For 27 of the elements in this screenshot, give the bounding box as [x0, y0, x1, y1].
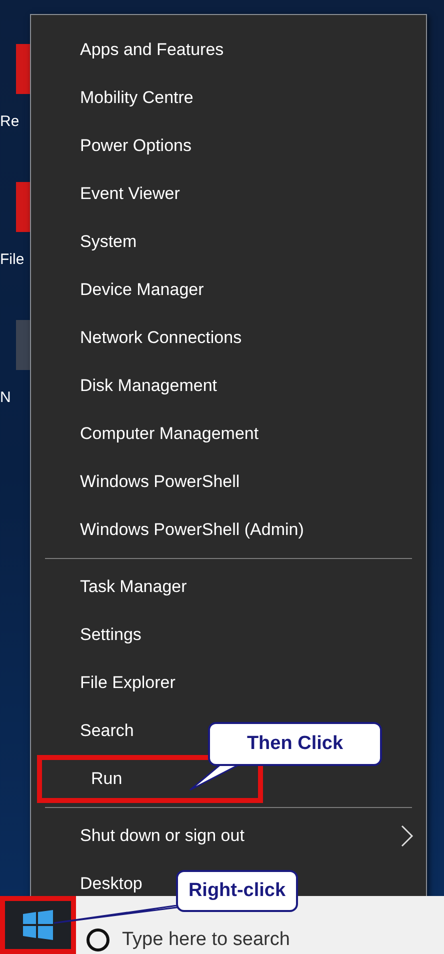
menu-item[interactable]: Network Connections [31, 314, 258, 362]
menu-item[interactable]: System [31, 218, 153, 266]
desktop-icon-label: N [0, 388, 11, 408]
menu-item[interactable]: Power Options [31, 122, 208, 170]
menu-item[interactable]: File Explorer [31, 659, 192, 707]
menu-item[interactable]: Windows PowerShell (Admin) [31, 506, 320, 554]
menu-item[interactable]: Search [31, 707, 150, 755]
desktop-icon-label: Re [0, 112, 20, 132]
desktop-icon-label: File [0, 250, 24, 270]
search-field[interactable]: Type here to search [122, 928, 290, 952]
start-button[interactable] [0, 896, 76, 954]
menu-item[interactable]: Computer Management [31, 410, 275, 458]
desktop-icon[interactable] [16, 320, 30, 370]
menu-item[interactable]: Event Viewer [31, 170, 196, 218]
search-circle-icon [86, 928, 110, 952]
menu-item[interactable]: Shut down or sign out [31, 812, 426, 860]
menu-item[interactable]: Windows PowerShell [31, 458, 256, 506]
menu-item[interactable]: Task Manager [31, 563, 203, 611]
menu-item[interactable]: Mobility Centre [31, 74, 210, 122]
menu-item[interactable]: Disk Management [31, 362, 234, 410]
desktop-icon[interactable] [16, 182, 30, 232]
menu-item[interactable]: Apps and Features [31, 26, 240, 74]
callout-bubble: Right-click [176, 870, 298, 912]
desktop-icon[interactable] [16, 44, 30, 94]
menu-item[interactable]: Device Manager [31, 266, 220, 314]
windows-logo-icon [23, 910, 53, 940]
menu-item[interactable]: Settings [31, 611, 158, 659]
